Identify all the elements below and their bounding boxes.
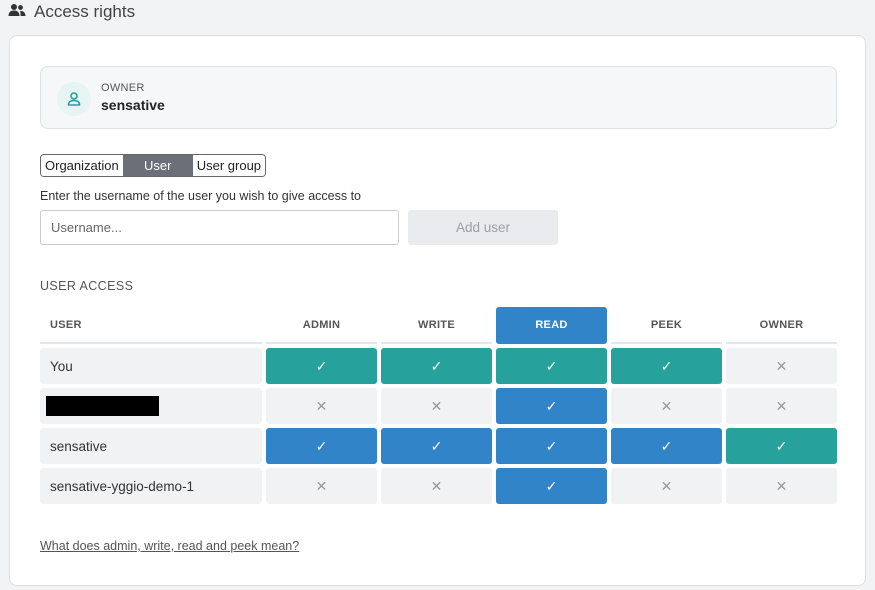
row-user-name: sensative-yggio-demo-1 <box>40 468 262 504</box>
column-header-user: USER <box>40 307 262 344</box>
table-header-row: USER ADMIN WRITE READ PEEK OWNER <box>40 307 837 344</box>
access-card: OWNER sensative Organization User User g… <box>9 35 866 586</box>
read-toggle[interactable]: ✓ <box>496 428 607 464</box>
read-toggle[interactable]: ✓ <box>496 388 607 424</box>
table-row: sensative ✓ ✓ ✓ ✓ ✓ <box>40 428 837 464</box>
owner-toggle[interactable]: ✕ <box>726 388 837 424</box>
row-user-name: sensative <box>40 428 262 464</box>
add-user-button[interactable]: Add user <box>408 210 558 245</box>
owner-toggle[interactable]: ✓ <box>726 428 837 464</box>
page-title: Access rights <box>34 2 136 21</box>
column-header-owner: OWNER <box>726 307 837 344</box>
owner-toggle[interactable]: ✕ <box>726 348 837 384</box>
owner-panel: OWNER sensative <box>40 66 837 129</box>
user-access-title: USER ACCESS <box>40 279 134 293</box>
table-row: You ✓ ✓ ✓ ✓ ✕ <box>40 348 837 384</box>
tab-user[interactable]: User <box>122 155 193 176</box>
write-toggle[interactable]: ✓ <box>381 428 492 464</box>
owner-name: sensative <box>101 97 165 113</box>
column-header-peek: PEEK <box>611 307 722 344</box>
admin-toggle[interactable]: ✕ <box>266 388 377 424</box>
owner-toggle[interactable]: ✕ <box>726 468 837 504</box>
tab-user-group[interactable]: User group <box>192 155 266 176</box>
row-user-name <box>40 388 262 424</box>
column-header-admin: ADMIN <box>266 307 377 344</box>
write-toggle[interactable]: ✕ <box>381 468 492 504</box>
username-hint: Enter the username of the user you wish … <box>40 189 362 203</box>
admin-toggle[interactable]: ✓ <box>266 428 377 464</box>
username-input[interactable] <box>40 210 399 245</box>
table-row: ✕ ✕ ✓ ✕ ✕ <box>40 388 837 424</box>
admin-toggle[interactable]: ✕ <box>266 468 377 504</box>
page-header: Access rights <box>8 0 135 24</box>
users-icon <box>8 3 26 22</box>
table-row: sensative-yggio-demo-1 ✕ ✕ ✓ ✕ ✕ <box>40 468 837 504</box>
redacted-block <box>46 396 159 416</box>
tab-organization[interactable]: Organization <box>41 155 123 176</box>
admin-toggle[interactable]: ✓ <box>266 348 377 384</box>
column-header-read: READ <box>496 307 607 344</box>
user-icon <box>57 82 91 116</box>
read-toggle[interactable]: ✓ <box>496 468 607 504</box>
write-toggle[interactable]: ✓ <box>381 348 492 384</box>
owner-label: OWNER <box>101 82 145 94</box>
write-toggle[interactable]: ✕ <box>381 388 492 424</box>
read-toggle[interactable]: ✓ <box>496 348 607 384</box>
user-access-table: USER ADMIN WRITE READ PEEK OWNER You ✓ ✓… <box>36 303 841 508</box>
peek-toggle[interactable]: ✓ <box>611 348 722 384</box>
peek-toggle[interactable]: ✓ <box>611 428 722 464</box>
column-header-write: WRITE <box>381 307 492 344</box>
row-user-name: You <box>40 348 262 384</box>
peek-toggle[interactable]: ✕ <box>611 468 722 504</box>
peek-toggle[interactable]: ✕ <box>611 388 722 424</box>
permissions-help-link[interactable]: What does admin, write, read and peek me… <box>40 539 299 553</box>
access-type-tabs: Organization User User group <box>40 154 267 177</box>
